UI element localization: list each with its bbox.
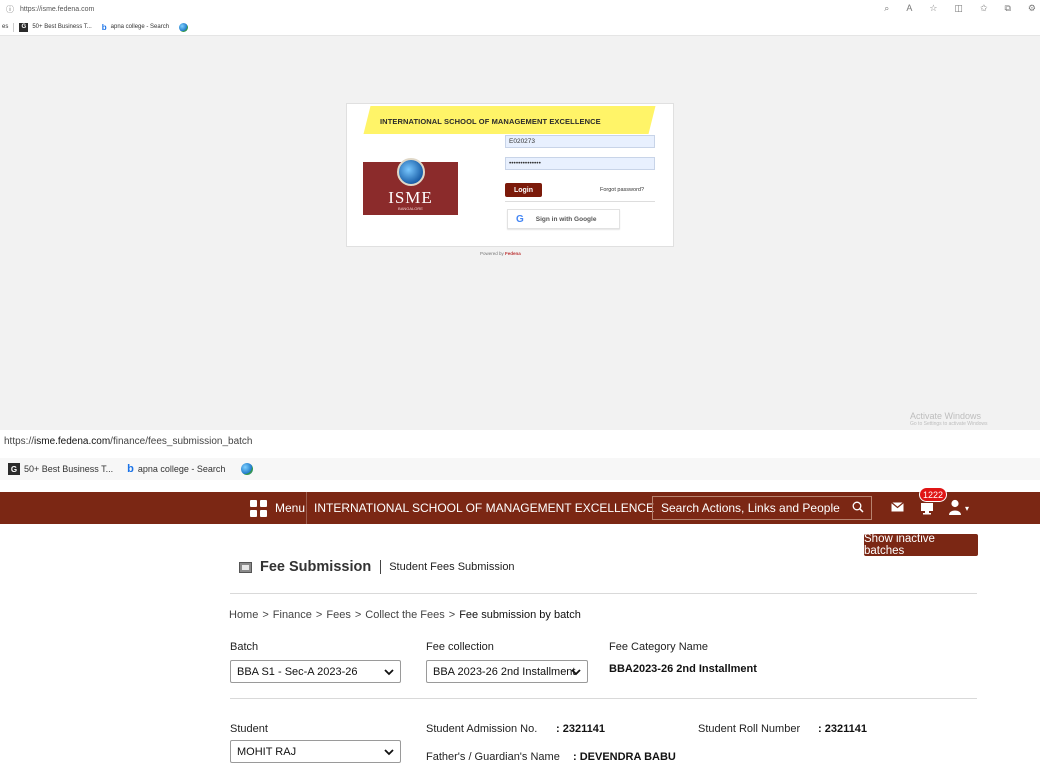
extensions-icon[interactable]: ⚙ xyxy=(1028,3,1036,14)
bookmark-item[interactable]: es xyxy=(2,24,8,30)
address-url-prefix: https:// xyxy=(4,436,35,447)
breadcrumb-finance[interactable]: Finance xyxy=(273,609,312,621)
fee-collection-select[interactable]: BBA 2023-26 2nd Installment xyxy=(426,660,588,683)
batch-select[interactable]: BBA S1 - Sec-A 2023-26 xyxy=(230,660,401,683)
address-url: https://isme.fedena.com xyxy=(20,6,95,13)
admission-no-label: Student Admission No. xyxy=(426,723,538,735)
guardian-value: : DEVENDRA BABU xyxy=(573,751,676,763)
notification-bell-icon[interactable] xyxy=(920,501,934,515)
fee-category-value: BBA2023-26 2nd Installment xyxy=(609,663,757,675)
google-sign-in-button[interactable]: G Sign in with Google xyxy=(507,209,620,229)
divider xyxy=(505,201,655,202)
browser-address-bar[interactable]: ⓘ https://isme.fedena.com ⌕ A ☆ ◫ ✩ ⧉ ⚙ xyxy=(0,0,1040,19)
globe-icon[interactable] xyxy=(179,22,189,32)
bookmark-item[interactable]: b apna college - Search xyxy=(127,463,225,475)
search-input[interactable] xyxy=(652,496,872,520)
favorite-star-icon[interactable]: ☆ xyxy=(929,3,937,14)
g-favicon-icon: G xyxy=(19,22,29,32)
page-header: Fee Submission Student Fees Submission xyxy=(239,555,515,579)
breadcrumb-collect-fees[interactable]: Collect the Fees xyxy=(365,609,444,621)
roll-number-value: : 2321141 xyxy=(818,723,867,735)
divider xyxy=(230,698,977,699)
chevron-down-icon xyxy=(384,669,394,676)
school-name: INTERNATIONAL SCHOOL OF MANAGEMENT EXCEL… xyxy=(380,116,601,126)
admission-no-value: : 2321141 xyxy=(556,723,605,735)
address-url-path: /finance/fees_submission_batch xyxy=(110,436,253,447)
fedena-link[interactable]: Fedena xyxy=(505,251,521,256)
collections-icon[interactable]: ⧉ xyxy=(1004,3,1010,14)
batch-label: Batch xyxy=(230,641,259,653)
bookmark-item[interactable]: b apna college - Search xyxy=(102,23,169,32)
guardian-label: Father's / Guardian's Name xyxy=(426,751,560,763)
login-screenshot: ⓘ https://isme.fedena.com ⌕ A ☆ ◫ ✩ ⧉ ⚙ … xyxy=(0,0,1040,430)
forgot-password-link[interactable]: Forgot password? xyxy=(600,187,644,193)
read-aloud-icon[interactable]: A xyxy=(906,3,912,14)
bookmark-divider xyxy=(13,22,15,32)
bookmarks-bar: es G 50+ Best Business T... b apna colle… xyxy=(0,19,1040,36)
username-field[interactable]: E020273 xyxy=(505,135,655,148)
bing-favicon-icon: b xyxy=(127,463,134,475)
fee-collection-label: Fee collection xyxy=(426,641,494,653)
menu-button[interactable]: Menu xyxy=(250,492,305,524)
favorites-icon[interactable]: ✩ xyxy=(980,3,988,14)
notification-badge[interactable]: 1222 xyxy=(919,487,948,502)
globe-icon[interactable] xyxy=(241,463,254,475)
chevron-down-icon xyxy=(384,749,394,756)
fee-submission-screenshot: https://isme.fedena.com/finance/fees_sub… xyxy=(0,430,1040,771)
zoom-icon[interactable]: ⌕ xyxy=(884,3,889,14)
roll-number-label: Student Roll Number xyxy=(698,723,801,735)
g-favicon-icon: G xyxy=(8,463,20,475)
page-subtitle: Student Fees Submission xyxy=(389,561,515,573)
breadcrumb: Home > Finance > Fees > Collect the Fees… xyxy=(229,609,581,621)
nav-school-title[interactable]: INTERNATIONAL SCHOOL OF MANAGEMENT EXCEL… xyxy=(314,492,654,524)
page-title: Fee Submission xyxy=(260,559,372,575)
bookmarks-bar: G 50+ Best Business T... b apna college … xyxy=(0,458,1040,480)
browser-address-bar[interactable]: https://isme.fedena.com/finance/fees_sub… xyxy=(0,430,1040,453)
grid-menu-icon xyxy=(250,499,267,517)
globe-emblem-icon xyxy=(397,158,425,186)
fee-register-icon xyxy=(239,561,252,573)
password-field[interactable]: •••••••••••••• xyxy=(505,157,655,170)
divider xyxy=(230,593,977,594)
address-url-domain: isme.fedena.com xyxy=(34,436,111,447)
search-icon[interactable] xyxy=(852,501,864,513)
student-select[interactable]: MOHIT RAJ xyxy=(230,740,401,763)
breadcrumb-home[interactable]: Home xyxy=(229,609,258,621)
fee-category-label: Fee Category Name xyxy=(609,641,709,653)
chevron-down-icon xyxy=(571,669,581,676)
top-navigation-bar: Menu INTERNATIONAL SCHOOL OF MANAGEMENT … xyxy=(0,487,1040,524)
google-icon: G xyxy=(516,213,524,225)
mail-icon[interactable] xyxy=(891,502,904,512)
powered-by: Powered by Fedena xyxy=(480,251,521,256)
login-button[interactable]: Login xyxy=(505,183,542,197)
nav-divider xyxy=(306,492,307,524)
info-icon[interactable]: ⓘ xyxy=(6,4,14,15)
isme-logo: ISME BANGALORE xyxy=(363,158,458,215)
browser-toolbar-icons: ⌕ A ☆ ◫ ✩ ⧉ ⚙ xyxy=(884,3,1036,14)
show-inactive-batches-button[interactable]: Show inactive batches xyxy=(864,533,978,557)
bing-favicon-icon: b xyxy=(101,22,107,32)
breadcrumb-current: Fee submission by batch xyxy=(459,609,581,621)
activate-windows-watermark: Activate Windows Go to Settings to activ… xyxy=(910,411,988,427)
bookmark-item[interactable]: G 50+ Best Business T... xyxy=(19,22,92,32)
bookmark-item[interactable]: G 50+ Best Business T... xyxy=(8,463,113,475)
student-label: Student xyxy=(230,723,268,735)
title-divider xyxy=(380,560,382,574)
breadcrumb-fees[interactable]: Fees xyxy=(326,609,350,621)
split-screen-icon[interactable]: ◫ xyxy=(954,3,963,14)
login-card: INTERNATIONAL SCHOOL OF MANAGEMENT EXCEL… xyxy=(346,103,674,247)
chevron-down-icon[interactable]: ▾ xyxy=(965,504,969,513)
user-icon[interactable] xyxy=(948,499,962,515)
